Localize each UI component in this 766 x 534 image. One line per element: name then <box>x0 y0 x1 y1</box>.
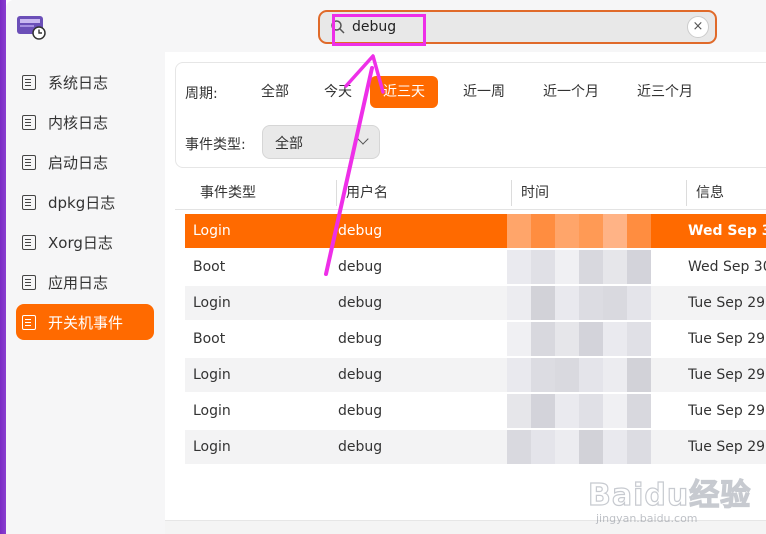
dpkg-log-icon <box>22 194 36 210</box>
cell-info: Tue Sep 29 1 <box>688 367 766 383</box>
clear-search-button[interactable]: × <box>687 16 709 38</box>
table-header: 事件类型 用户名 时间 信息 <box>175 176 766 210</box>
bottom-bar <box>165 520 766 534</box>
kernel-log-icon <box>22 114 36 130</box>
table-row[interactable]: Login debug Tue Sep 29 1 <box>185 286 766 320</box>
sidebar-item-power-events[interactable]: 开关机事件 <box>16 304 154 340</box>
cell-user: debug <box>338 295 383 311</box>
sidebar: 系统日志 内核日志 启动日志 dpkg日志 Xorg日志 应用日志 开关机事件 <box>6 52 165 534</box>
cell-info: Tue Sep 29 1 <box>688 403 766 419</box>
sidebar-item-system-log[interactable]: 系统日志 <box>16 64 154 100</box>
sidebar-item-label: 开关机事件 <box>48 313 124 332</box>
log-file-icon <box>22 74 36 90</box>
sidebar-item-xorg-log[interactable]: Xorg日志 <box>16 224 154 260</box>
cell-user: debug <box>338 259 383 275</box>
sidebar-item-label: 启动日志 <box>48 153 109 172</box>
period-three-days-button[interactable]: 近三天 <box>370 76 438 108</box>
chevron-down-icon <box>357 133 369 145</box>
period-today-button[interactable]: 今天 <box>308 76 368 108</box>
app-log-icon <box>22 274 36 290</box>
events-table: 事件类型 用户名 时间 信息 Login debug Wed Sep 30 Boot d… <box>175 176 766 520</box>
sidebar-item-label: Xorg日志 <box>48 233 113 252</box>
sidebar-item-boot-log[interactable]: 启动日志 <box>16 144 154 180</box>
cell-time-redacted <box>507 394 657 428</box>
period-week-button[interactable]: 近一周 <box>450 76 518 108</box>
sidebar-item-kernel-log[interactable]: 内核日志 <box>16 104 154 140</box>
table-row[interactable]: Login debug Tue Sep 29 1 <box>185 394 766 428</box>
cell-time-redacted <box>507 358 657 392</box>
column-header-time[interactable]: 时间 <box>512 176 549 210</box>
cell-time-redacted <box>507 322 657 356</box>
sidebar-item-dpkg-log[interactable]: dpkg日志 <box>16 184 154 220</box>
cell-user: debug <box>338 331 383 347</box>
power-event-icon <box>22 314 36 330</box>
sidebar-item-label: 应用日志 <box>48 273 109 292</box>
cell-user: debug <box>338 403 383 419</box>
cell-info: Wed Sep 30 <box>688 223 766 239</box>
sidebar-item-label: dpkg日志 <box>48 193 116 212</box>
period-all-button[interactable]: 全部 <box>242 76 308 108</box>
cell-info: Wed Sep 30 <box>688 259 766 275</box>
boot-log-icon <box>22 154 36 170</box>
table-row[interactable]: Login debug Tue Sep 29 1 <box>185 430 766 464</box>
cell-user: debug <box>338 223 383 239</box>
cell-user: debug <box>338 367 383 383</box>
table-row[interactable]: Boot debug Tue Sep 29 1 <box>185 322 766 356</box>
app-logo-icon <box>17 16 46 40</box>
sidebar-item-app-log[interactable]: 应用日志 <box>16 264 154 300</box>
cell-event-type: Login <box>193 367 231 383</box>
cell-time-redacted <box>507 286 657 320</box>
search-input[interactable] <box>352 16 672 38</box>
search-icon <box>331 20 345 34</box>
sidebar-item-label: 内核日志 <box>48 113 109 132</box>
table-row[interactable]: Login debug Wed Sep 30 <box>185 214 766 248</box>
table-row[interactable]: Boot debug Wed Sep 30 <box>185 250 766 284</box>
xorg-log-icon <box>22 234 36 250</box>
cell-info: Tue Sep 29 1 <box>688 331 766 347</box>
cell-time-redacted <box>507 250 657 284</box>
column-header-info[interactable]: 信息 <box>687 176 724 210</box>
cell-user: debug <box>338 439 383 455</box>
cell-event-type: Login <box>193 439 231 455</box>
column-header-event-type[interactable]: 事件类型 <box>191 176 256 210</box>
table-row[interactable]: Login debug Tue Sep 29 1 <box>185 358 766 392</box>
cell-time-redacted <box>507 430 657 464</box>
event-type-select[interactable]: 全部 <box>262 125 380 159</box>
column-header-user[interactable]: 用户名 <box>337 176 388 210</box>
period-three-months-button[interactable]: 近三个月 <box>624 76 706 108</box>
cell-info: Tue Sep 29 1 <box>688 439 766 455</box>
app-window: × 系统日志 内核日志 启动日志 dpkg日志 Xorg日志 应用日志 <box>6 0 766 534</box>
filter-panel: 周期: 全部 今天 近三天 近一周 近一个月 近三个月 事件类型: 全部 <box>175 62 766 168</box>
cell-event-type: Boot <box>193 331 226 347</box>
period-month-button[interactable]: 近一个月 <box>530 76 612 108</box>
title-bar: × <box>6 0 766 52</box>
cell-event-type: Login <box>193 403 231 419</box>
event-type-value: 全部 <box>275 136 303 152</box>
search-box[interactable]: × <box>318 10 717 44</box>
cell-event-type: Login <box>193 223 231 239</box>
sidebar-item-label: 系统日志 <box>48 73 109 92</box>
cell-event-type: Boot <box>193 259 226 275</box>
cell-event-type: Login <box>193 295 231 311</box>
cell-time-redacted <box>507 214 657 248</box>
period-label: 周期: <box>185 86 218 102</box>
main-panel: 周期: 全部 今天 近三天 近一周 近一个月 近三个月 事件类型: 全部 事件类… <box>165 52 766 534</box>
cell-info: Tue Sep 29 1 <box>688 295 766 311</box>
event-type-label: 事件类型: <box>185 137 246 153</box>
